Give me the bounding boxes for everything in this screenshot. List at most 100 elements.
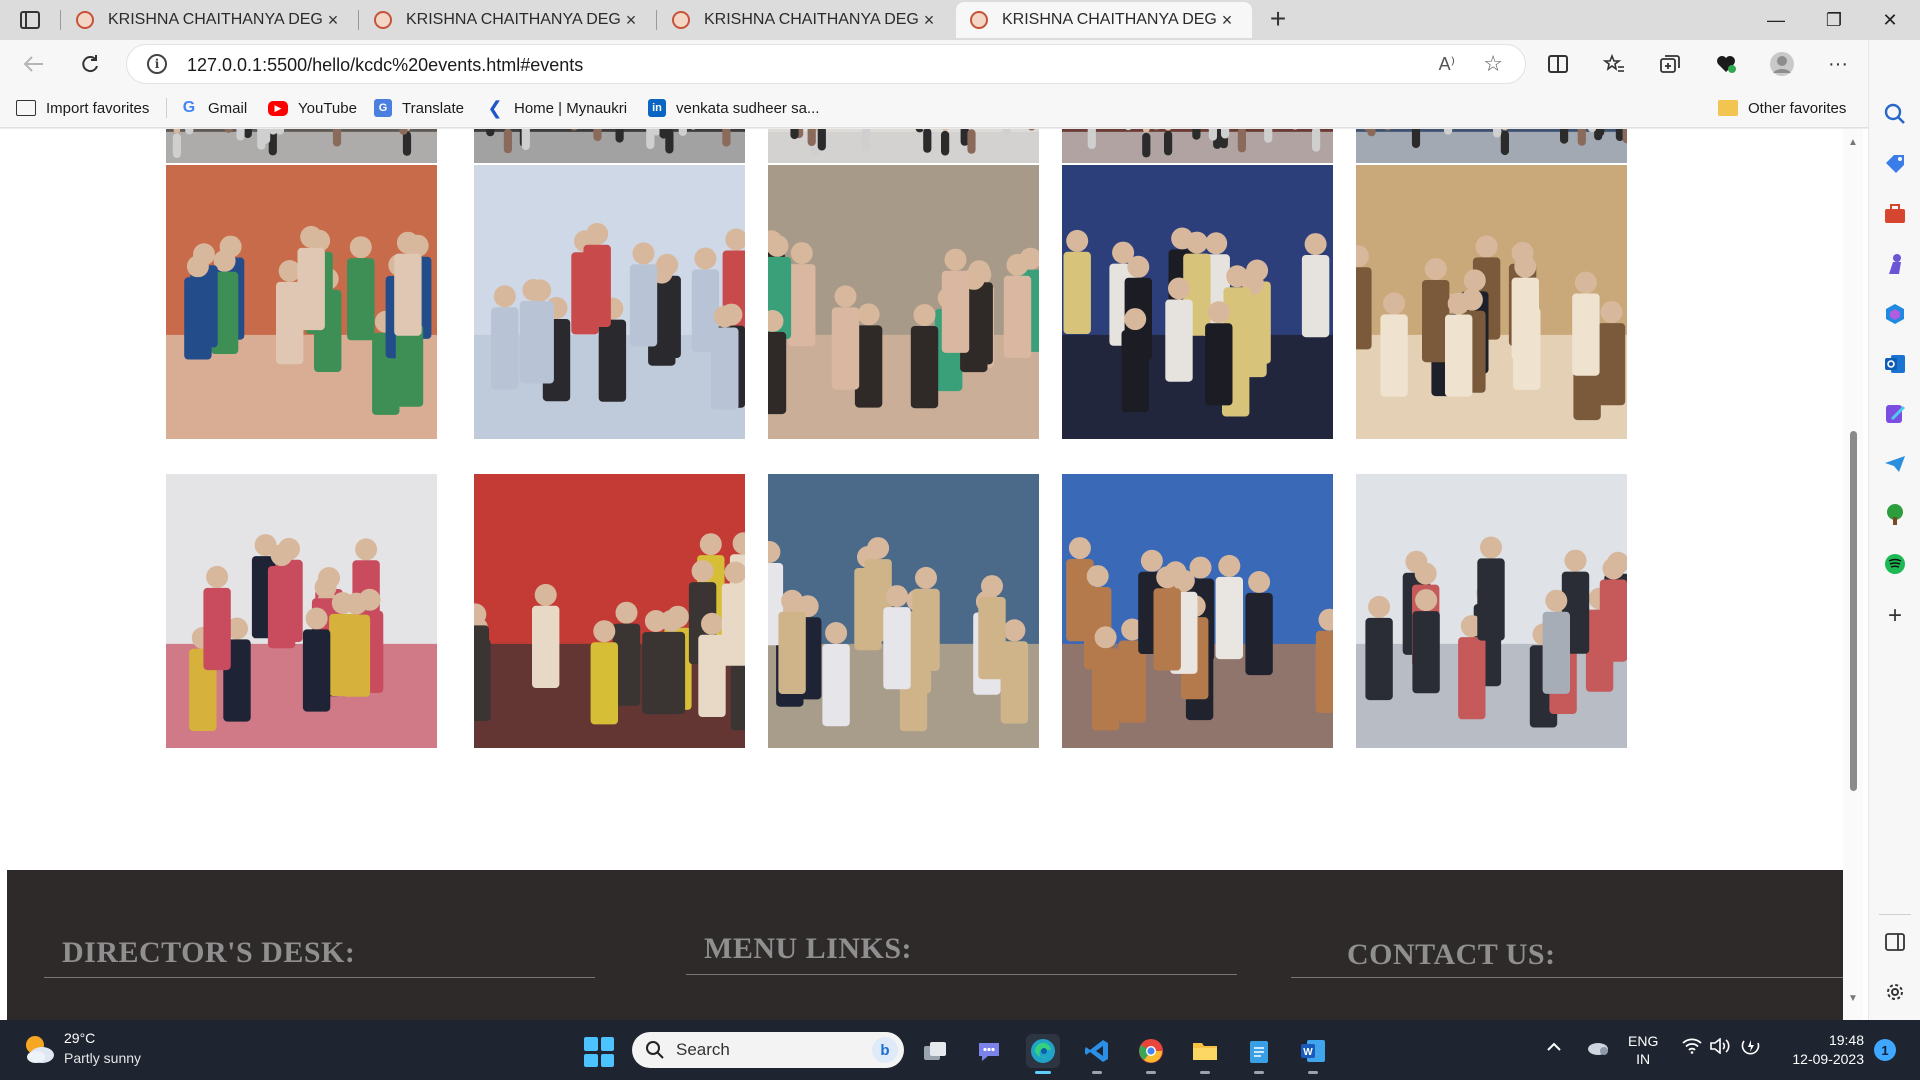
split-screen-icon[interactable]	[1542, 48, 1574, 80]
sidebar-spotify-icon[interactable]	[1883, 552, 1907, 576]
favorite-linkedin[interactable]: in venkata sudheer sa...	[648, 97, 819, 119]
tab-3[interactable]: KRISHNA CHAITHANYA DEGREE ×	[658, 2, 954, 38]
weather-temperature[interactable]: 29°C	[64, 1030, 95, 1046]
event-photo-cropped[interactable]	[1062, 129, 1333, 163]
refresh-icon[interactable]	[74, 48, 106, 80]
battery-charging-icon[interactable]	[1740, 1037, 1762, 1059]
event-photo-students-portrait[interactable]	[768, 165, 1039, 439]
event-photo-cropped[interactable]	[474, 129, 745, 163]
site-favicon-icon	[672, 11, 690, 29]
system-clock[interactable]: 19:48 12-09-2023	[1784, 1031, 1864, 1069]
close-window-button[interactable]: ✕	[1860, 0, 1920, 40]
new-tab-icon[interactable]: +	[1262, 4, 1294, 36]
event-photo-press-interview[interactable]	[166, 165, 437, 439]
event-photo-cropped[interactable]	[1356, 129, 1627, 163]
sidebar-search-icon[interactable]	[1883, 102, 1907, 126]
event-photo-students-in-suits[interactable]	[1356, 165, 1627, 439]
event-photo-group-photo-hall[interactable]	[166, 474, 437, 748]
tab-1[interactable]: KRISHNA CHAITHANYA DEGREE ×	[62, 2, 358, 38]
edge-taskbar-icon[interactable]	[1026, 1034, 1060, 1074]
sidebar-add-icon[interactable]: +	[1883, 602, 1907, 629]
favorite-label: YouTube	[298, 99, 357, 117]
volume-icon[interactable]	[1710, 1037, 1732, 1058]
event-photo-cropped[interactable]	[768, 129, 1039, 163]
event-photo-blood-donation-interview[interactable]	[474, 474, 745, 748]
close-tab-icon[interactable]: ×	[322, 10, 344, 31]
show-hidden-icons-chevron-icon[interactable]	[1546, 1038, 1562, 1056]
favorite-translate[interactable]: G Translate	[374, 97, 464, 119]
event-photo-computer-lab[interactable]	[1356, 474, 1627, 748]
tab-4-active[interactable]: KRISHNA CHAITHANYA DEGREE ×	[956, 2, 1252, 38]
scroll-up-arrow-icon[interactable]: ▲	[1847, 137, 1859, 149]
notepad-icon[interactable]	[1242, 1034, 1276, 1074]
page-viewport: DIRECTOR'S DESK: MENU LINKS: CONTACT US:…	[0, 129, 1868, 1020]
favorite-label: Gmail	[208, 99, 248, 117]
sidebar-tree-icon[interactable]	[1883, 502, 1907, 526]
taskbar-search-box[interactable]: Search b	[632, 1032, 904, 1068]
sidebar-microsoft365-icon[interactable]	[1883, 302, 1907, 326]
onedrive-cloud-icon[interactable]	[1586, 1038, 1610, 1060]
favorite-label: Import favorites	[46, 99, 150, 117]
back-arrow-icon[interactable]	[18, 48, 50, 80]
tab-actions-menu-icon[interactable]	[10, 6, 50, 34]
tab-title: KRISHNA CHAITHANYA DEGREE	[1002, 11, 1216, 28]
word-icon[interactable]: W	[1296, 1034, 1330, 1074]
favorite-import-favorites[interactable]: Import favorites	[16, 97, 149, 119]
browser-essentials-heart-icon[interactable]	[1710, 48, 1742, 80]
scrollbar-thumb[interactable]	[1850, 431, 1857, 791]
maximize-button[interactable]: ❐	[1804, 0, 1864, 40]
footer-divider	[1291, 977, 1843, 978]
event-photo-library-reading[interactable]	[768, 474, 1039, 748]
chrome-icon[interactable]	[1134, 1034, 1168, 1074]
sidebar-shopping-tag-icon[interactable]	[1883, 152, 1907, 176]
sidebar-hide-panel-icon[interactable]	[1883, 930, 1907, 954]
tab-separator	[60, 10, 61, 30]
file-explorer-icon[interactable]	[1188, 1034, 1222, 1074]
close-tab-icon[interactable]: ×	[1216, 10, 1238, 31]
favorite-label: venkata sudheer sa...	[676, 99, 820, 117]
close-tab-icon[interactable]: ×	[918, 10, 940, 31]
language-indicator[interactable]: ENG IN	[1628, 1032, 1658, 1068]
notification-badge[interactable]: 1	[1874, 1039, 1896, 1061]
sidebar-settings-gear-icon[interactable]	[1883, 980, 1907, 1004]
favorite-mynaukri[interactable]: ❮ Home | Mynaukri	[486, 97, 627, 119]
task-view-icon[interactable]	[918, 1034, 952, 1068]
close-tab-icon[interactable]: ×	[620, 10, 642, 31]
sidebar-outlook-icon[interactable]	[1883, 352, 1907, 376]
address-bar[interactable]: i 127.0.0.1:5500/hello/kcdc%20events.htm…	[126, 44, 1526, 84]
collections-icon[interactable]	[1654, 48, 1686, 80]
favorites-icon[interactable]	[1598, 48, 1630, 80]
wifi-icon[interactable]	[1682, 1038, 1702, 1058]
teams-chat-icon[interactable]	[972, 1034, 1006, 1068]
sidebar-telegram-send-icon[interactable]	[1883, 452, 1907, 476]
scroll-down-arrow-icon[interactable]: ▼	[1847, 993, 1859, 1005]
page-scrollbar[interactable]: ▲ ▼	[1843, 129, 1863, 1020]
event-photo-auditorium-group[interactable]	[1062, 165, 1333, 439]
other-favorites-folder[interactable]: Other favorites	[1718, 97, 1846, 119]
event-photo-meeting-hall[interactable]	[1062, 474, 1333, 748]
region-code: IN	[1636, 1051, 1651, 1067]
vscode-icon[interactable]	[1080, 1034, 1114, 1074]
favorites-bar: Import favorites G Gmail ▶ YouTube G Tra…	[0, 88, 1870, 128]
partly-sunny-weather-icon[interactable]	[22, 1032, 56, 1066]
favorite-label: Translate	[402, 99, 464, 117]
sidebar-games-icon[interactable]	[1883, 252, 1907, 276]
sidebar-designer-icon[interactable]	[1883, 402, 1907, 426]
weather-description[interactable]: Partly sunny	[64, 1050, 141, 1066]
read-aloud-icon[interactable]: A⁾	[1439, 54, 1455, 75]
sidebar-tools-briefcase-icon[interactable]	[1883, 202, 1907, 226]
profile-avatar-icon[interactable]	[1766, 48, 1798, 80]
favorite-youtube[interactable]: ▶ YouTube	[268, 97, 357, 119]
minimize-button[interactable]: —	[1746, 0, 1806, 40]
favorites-separator	[166, 98, 167, 118]
event-photo-conference-room-group[interactable]	[474, 165, 745, 439]
translate-icon: G	[374, 99, 392, 117]
tab-2[interactable]: KRISHNA CHAITHANYA DEGREE ×	[360, 2, 656, 38]
site-info-icon[interactable]: i	[147, 54, 167, 74]
site-favicon-icon	[76, 11, 94, 29]
settings-more-icon[interactable]: ···	[1822, 48, 1854, 80]
favorite-gmail[interactable]: G Gmail	[180, 97, 247, 119]
add-favorite-star-icon[interactable]: ☆	[1483, 51, 1503, 77]
event-photo-cropped[interactable]	[166, 129, 437, 163]
windows-start-icon[interactable]	[584, 1037, 614, 1067]
